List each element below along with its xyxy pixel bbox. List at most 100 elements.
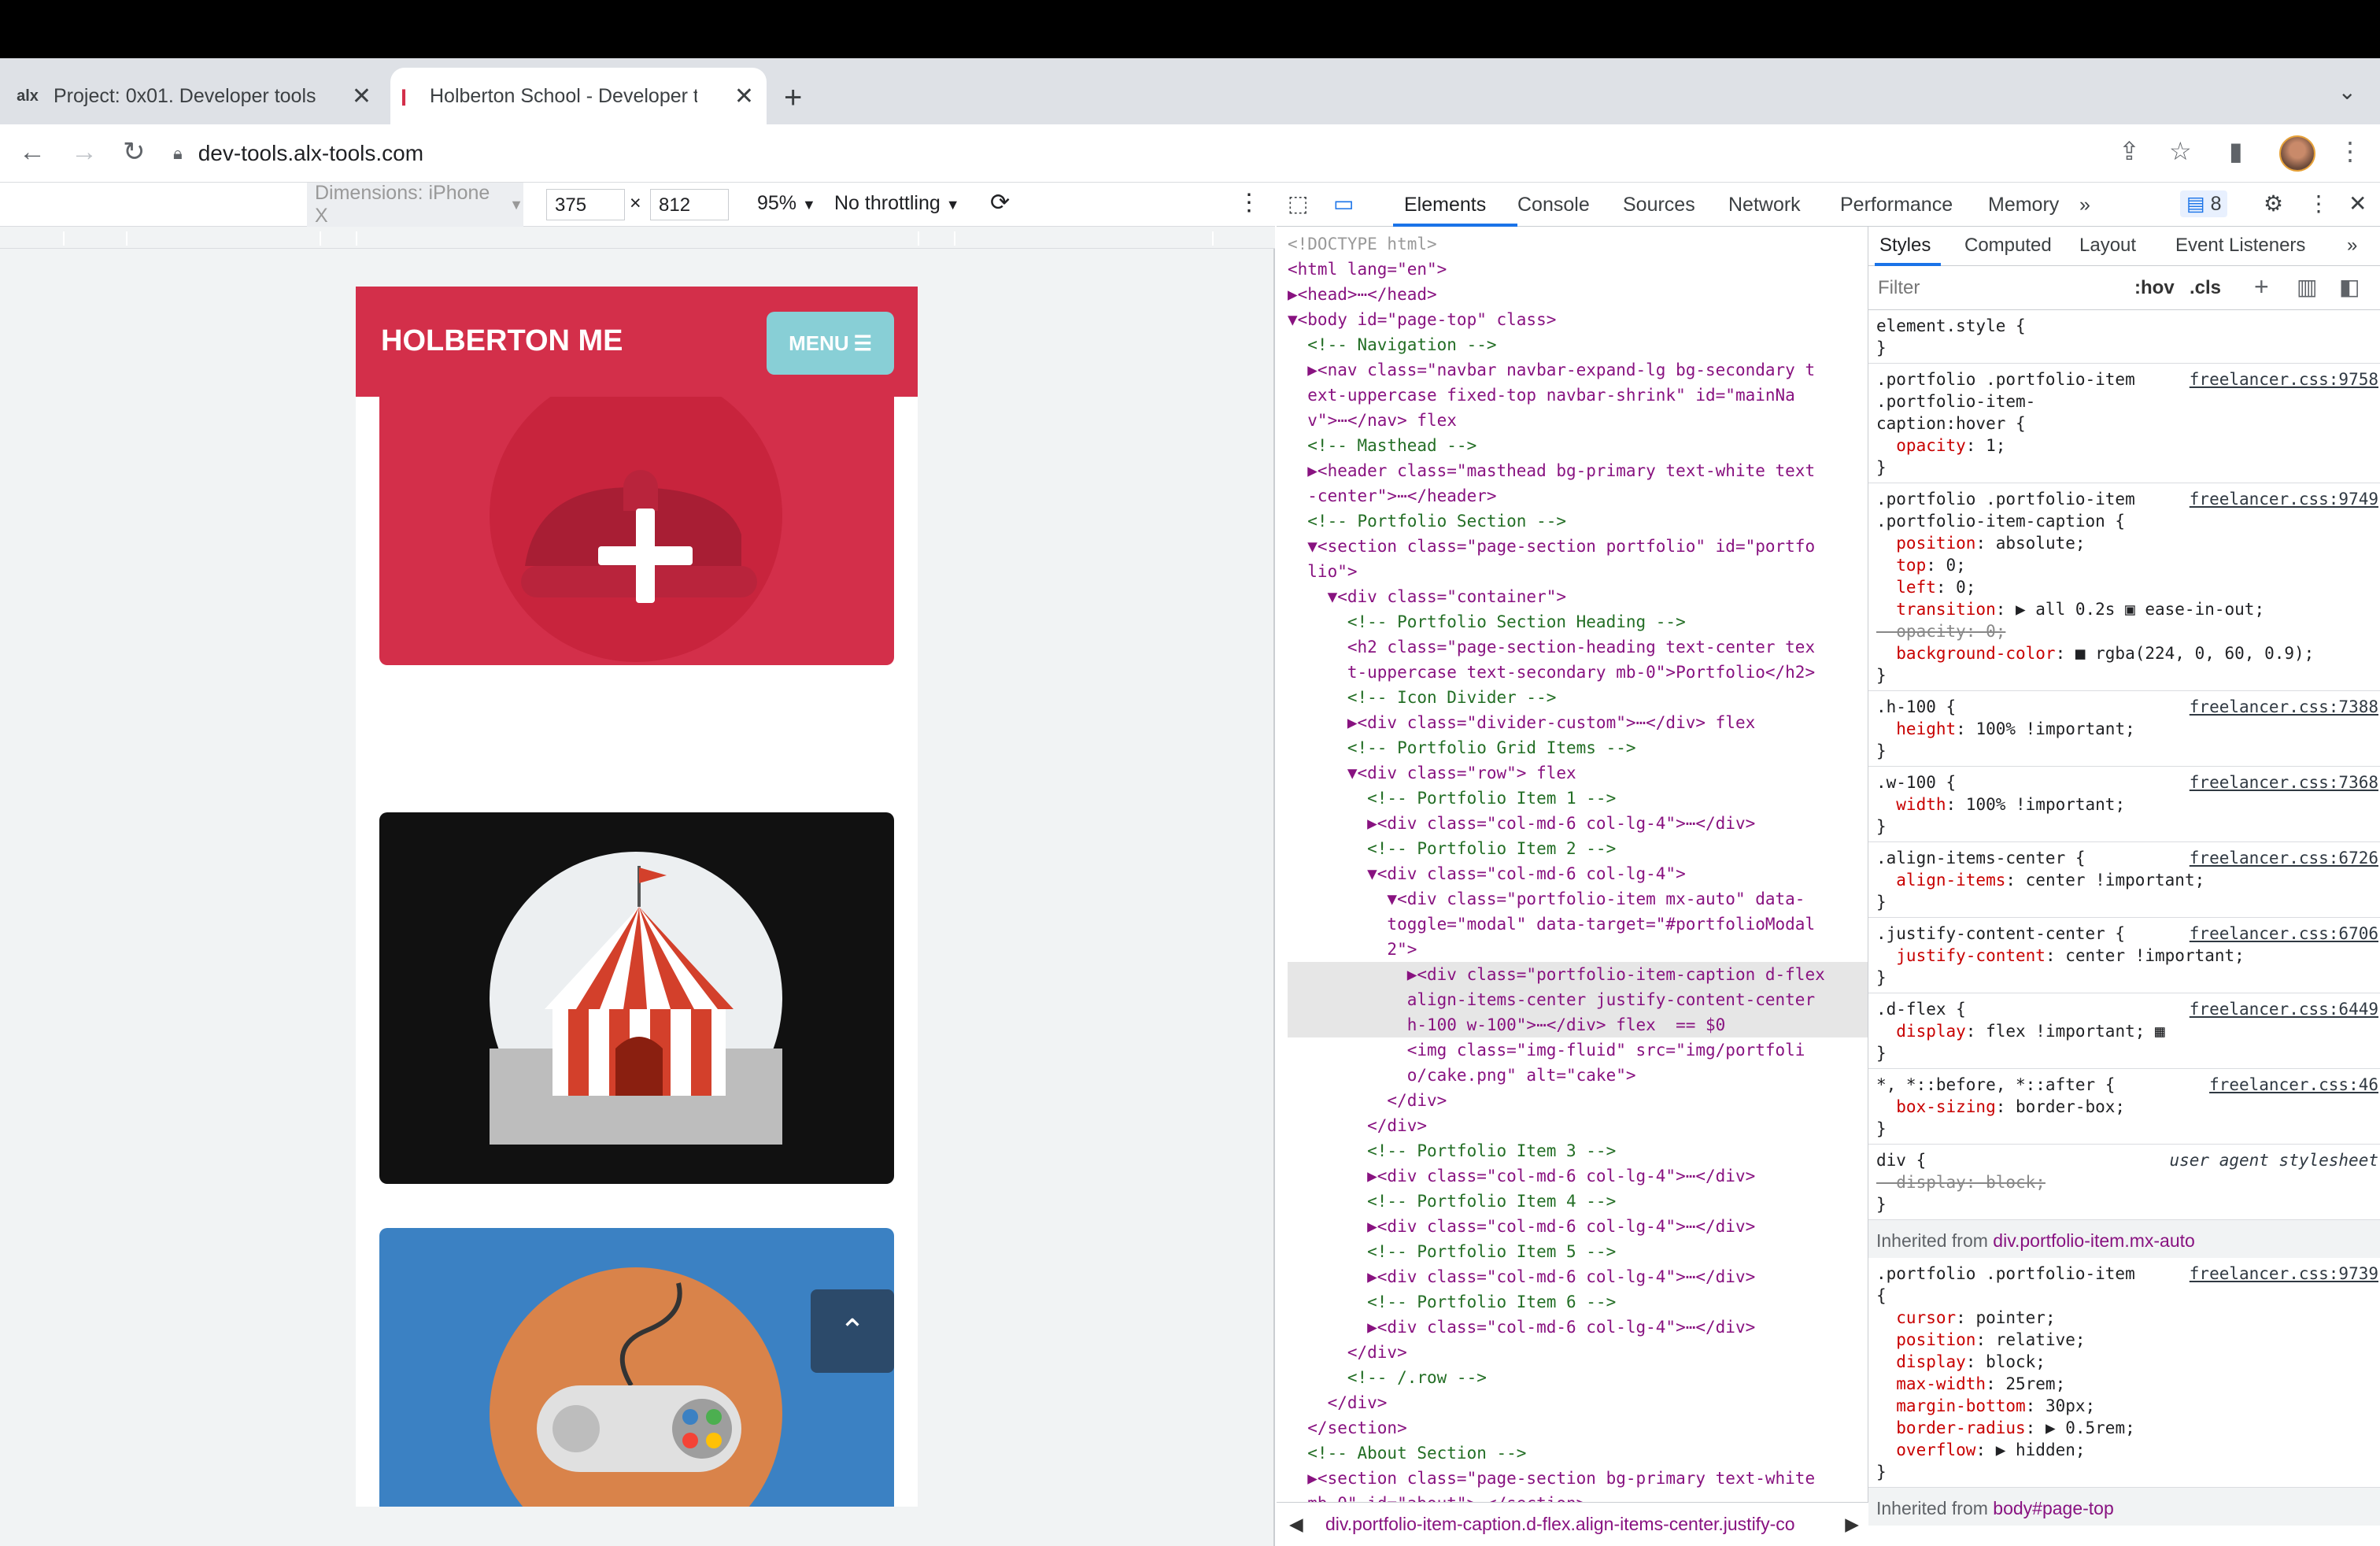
dom-node-line[interactable]: t-uppercase text-secondary mb-0">Portfol… — [1288, 660, 1868, 685]
dom-node-line[interactable]: ▶<div class="col-md-6 col-lg-4">⋯</div> — [1288, 1214, 1868, 1239]
tab-memory[interactable]: Memory — [1988, 194, 2059, 216]
back-icon[interactable]: ← — [19, 139, 46, 165]
reload-icon[interactable]: ↻ — [123, 139, 146, 165]
kebab-menu-icon[interactable]: ⋮ — [2338, 139, 2363, 164]
sidebar-toggle-icon[interactable]: ◧ — [2339, 274, 2360, 300]
device-select[interactable]: Dimensions: iPhone X ▼ — [307, 182, 523, 227]
style-rule[interactable]: .portfolio .portfolio-item .portfolio-ite… — [1868, 364, 2380, 483]
width-input[interactable]: 375 — [546, 189, 625, 220]
dom-node-line[interactable]: <!-- Portfolio Grid Items --> — [1288, 735, 1868, 760]
dom-node-line[interactable]: ▶<div class="col-md-6 col-lg-4">⋯</div> — [1288, 1163, 1868, 1189]
dom-node-line[interactable]: <!-- Portfolio Item 3 --> — [1288, 1138, 1868, 1163]
inherited-selector[interactable]: div.portfolio-item.mx-auto — [1993, 1230, 2195, 1251]
dom-node-line[interactable]: v">⋯</nav> flex — [1288, 408, 1868, 433]
portfolio-item-cake[interactable] — [379, 373, 894, 665]
dom-node-line[interactable]: </div> — [1288, 1390, 1868, 1415]
dom-node-line[interactable]: align-items-center justify-content-cente… — [1288, 987, 1868, 1012]
rule-source-link[interactable]: freelancer.css:9739 — [2190, 1263, 2378, 1285]
style-rule[interactable]: element.style {} — [1868, 310, 2380, 364]
style-rule[interactable]: *, *::before, *::after { box-sizing: bor… — [1868, 1069, 2380, 1145]
side-panel-icon[interactable]: ▮ — [2229, 139, 2243, 164]
address-bar[interactable]: 🔒︎ dev-tools.alx-tools.com — [173, 131, 2180, 176]
dom-node-line[interactable]: 2"> — [1288, 937, 1868, 962]
dom-node-line[interactable]: <h2 class="page-section-heading text-cen… — [1288, 634, 1868, 660]
cls-toggle[interactable]: .cls — [2190, 277, 2221, 299]
dom-node-line[interactable]: ▼<body id="page-top" class> — [1288, 307, 1868, 332]
more-options-icon[interactable]: ⋮ — [1237, 189, 1261, 216]
paint-icon[interactable]: ▥ — [2297, 274, 2317, 300]
style-rule[interactable]: .align-items-center { align-items: cente… — [1868, 842, 2380, 918]
dom-node-line[interactable]: ▼<div class="container"> — [1288, 584, 1868, 609]
dom-node-line[interactable]: <img class="img-fluid" src="img/portfoli — [1288, 1037, 1868, 1063]
kebab-menu-icon[interactable]: ⋮ — [2308, 190, 2330, 216]
tab-holberton[interactable]: ❙ Holberton School - Developer t ✕ — [390, 68, 767, 124]
tab-event-listeners[interactable]: Event Listeners — [2175, 235, 2305, 257]
portfolio-item-circus[interactable] — [379, 812, 894, 1184]
settings-gear-icon[interactable]: ⚙ — [2264, 190, 2283, 216]
style-rule[interactable]: .d-flex { display: flex !important; ▦} fr… — [1868, 993, 2380, 1069]
style-rule[interactable]: .portfolio .portfolio-item .portfolio-ite… — [1868, 483, 2380, 691]
dom-node-line[interactable]: ext-uppercase fixed-top navbar-shrink" i… — [1288, 383, 1868, 408]
tab-computed[interactable]: Computed — [1964, 235, 2052, 257]
chevron-down-icon[interactable]: ⌄ — [2338, 79, 2356, 105]
rule-source-link[interactable]: freelancer.css:7388 — [2190, 696, 2378, 718]
dom-node-line[interactable]: toggle="modal" data-target="#portfolioMo… — [1288, 912, 1868, 937]
dom-node-line[interactable]: lio"> — [1288, 559, 1868, 584]
style-rule[interactable]: .w-100 { width: 100% !important;} freelan… — [1868, 767, 2380, 842]
media-query-ruler[interactable] — [0, 227, 1275, 249]
new-tab-icon[interactable]: + — [784, 82, 802, 113]
dom-node-line[interactable]: ▶<div class="col-md-6 col-lg-4">⋯</div> — [1288, 1264, 1868, 1289]
tab-layout[interactable]: Layout — [2079, 235, 2136, 257]
zoom-select[interactable]: 95% ▼ — [757, 192, 816, 215]
menu-button[interactable]: MENU ☰ — [767, 312, 894, 375]
rule-source-link[interactable]: freelancer.css:46 — [2209, 1074, 2378, 1096]
dom-node-line[interactable]: <!-- Portfolio Section Heading --> — [1288, 609, 1868, 634]
style-rule[interactable]: .portfolio .portfolio-item { cursor: poin… — [1868, 1258, 2380, 1488]
dom-node-line[interactable]: <!DOCTYPE html> — [1288, 231, 1868, 257]
dom-node-line[interactable]: ▼<div class="portfolio-item mx-auto" dat… — [1288, 886, 1868, 912]
breadcrumb-left-icon[interactable]: ◀ — [1289, 1514, 1303, 1535]
tab-elements[interactable]: Elements — [1404, 194, 1486, 216]
rule-source-link[interactable]: user agent stylesheet — [2169, 1149, 2378, 1171]
dom-node-line[interactable]: mb-0" id="about">⋯</section> — [1288, 1491, 1868, 1502]
rule-source-link[interactable]: freelancer.css:6726 — [2190, 847, 2378, 869]
dom-node-line[interactable]: </div> — [1288, 1340, 1868, 1365]
more-tabs-icon[interactable]: » — [2079, 194, 2090, 216]
dom-node-line[interactable]: <html lang="en"> — [1288, 257, 1868, 282]
dom-node-line[interactable]: <!-- Portfolio Item 4 --> — [1288, 1189, 1868, 1214]
dom-node-line[interactable]: <!-- Portfolio Item 6 --> — [1288, 1289, 1868, 1315]
dom-node-line[interactable]: <!-- Icon Divider --> — [1288, 685, 1868, 710]
dom-node-line[interactable]: ▼<div class="row"> flex — [1288, 760, 1868, 786]
tab-styles[interactable]: Styles — [1879, 235, 1931, 257]
dom-node-line[interactable]: ▶<nav class="navbar navbar-expand-lg bg-… — [1288, 357, 1868, 383]
dom-node-line[interactable]: <!-- /.row --> — [1288, 1365, 1868, 1390]
dom-node-line[interactable]: ▶<head>⋯</head> — [1288, 282, 1868, 307]
rule-source-link[interactable]: freelancer.css:6706 — [2190, 923, 2378, 945]
tab-alx-project[interactable]: alx Project: 0x01. Developer tools | ✕ — [14, 68, 384, 124]
rule-source-link[interactable]: freelancer.css:9758 — [2190, 368, 2378, 390]
dom-node-line[interactable]: ▼<div class="col-md-6 col-lg-4"> — [1288, 861, 1868, 886]
site-brand[interactable]: HOLBERTON ME — [381, 324, 623, 358]
dom-node-line[interactable]: -center">⋯</header> — [1288, 483, 1868, 509]
avatar[interactable] — [2279, 135, 2315, 172]
rule-source-link[interactable]: freelancer.css:7368 — [2190, 771, 2378, 793]
dom-node-line[interactable]: ▶<div class="col-md-6 col-lg-4">⋯</div> — [1288, 1315, 1868, 1340]
dom-tree[interactable]: <!DOCTYPE html> <html lang="en"> ▶<head>⋯<… — [1277, 227, 1868, 1502]
dom-node-line[interactable]: ▶<div class="divider-custom">⋯</div> fle… — [1288, 710, 1868, 735]
throttling-select[interactable]: No throttling ▼ — [834, 192, 960, 215]
dom-node-line[interactable]: h-100 w-100">⋯</div> flex == $0 — [1288, 1012, 1868, 1037]
bookmark-star-icon[interactable]: ☆ — [2169, 139, 2192, 164]
rule-source-link[interactable]: freelancer.css:6449 — [2190, 998, 2378, 1020]
close-icon[interactable]: ✕ — [2349, 190, 2367, 216]
tab-network[interactable]: Network — [1728, 194, 1801, 216]
dom-node-line[interactable]: <!-- Portfolio Item 1 --> — [1288, 786, 1868, 811]
tab-performance[interactable]: Performance — [1840, 194, 1953, 216]
device-toggle-icon[interactable]: ▭ — [1333, 190, 1354, 216]
inspect-element-icon[interactable]: ⬚ — [1288, 190, 1308, 216]
rule-source-link[interactable]: freelancer.css:9749 — [2190, 488, 2378, 510]
more-tabs-icon[interactable]: » — [2347, 235, 2357, 257]
dom-node-line[interactable]: </section> — [1288, 1415, 1868, 1441]
height-input[interactable]: 812 — [650, 189, 729, 220]
dom-node-line[interactable]: o/cake.png" alt="cake"> — [1288, 1063, 1868, 1088]
dom-node-line[interactable]: <!-- Portfolio Item 2 --> — [1288, 836, 1868, 861]
